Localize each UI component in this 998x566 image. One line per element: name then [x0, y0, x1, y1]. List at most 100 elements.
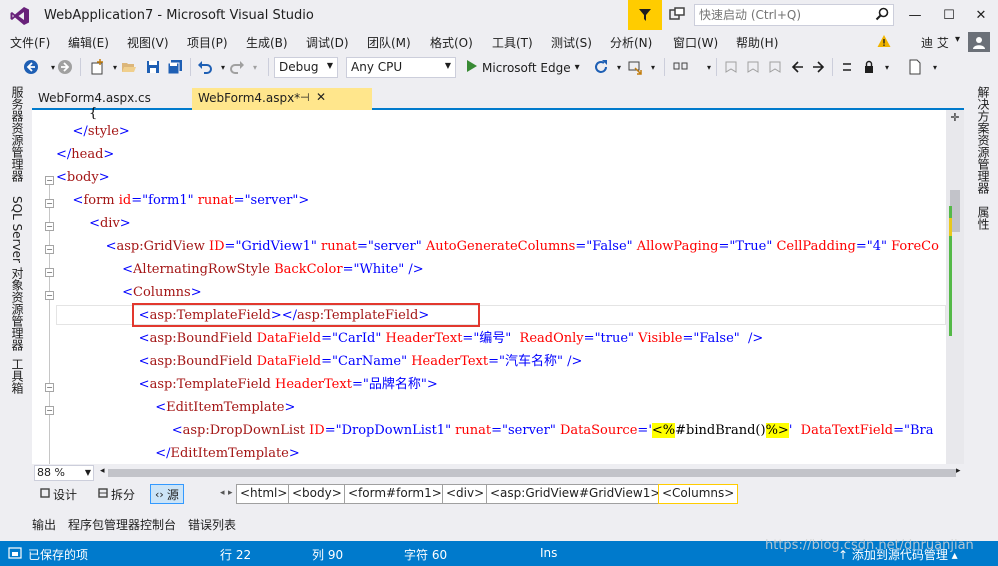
tab-package-manager-console[interactable]: 程序包管理器控制台	[68, 516, 176, 533]
code-editor[interactable]: − − − − − − − − { </style> </head> <body…	[32, 106, 964, 464]
code-line[interactable]: <asp:BoundField DataField="CarId" Header…	[56, 329, 764, 349]
design-view-button[interactable]: 设计	[36, 484, 81, 504]
bookmark-clear-icon[interactable]	[766, 57, 784, 77]
breadcrumb-html[interactable]: <html>	[236, 484, 292, 504]
breadcrumb-body[interactable]: <body>	[288, 484, 346, 504]
feedback-icon[interactable]	[668, 6, 686, 24]
collapse-icon[interactable]: −	[45, 268, 54, 277]
breadcrumb-forward-icon[interactable]: ▸	[228, 488, 233, 498]
redo-icon[interactable]	[228, 57, 246, 77]
code-line[interactable]: </style>	[56, 122, 130, 142]
tab-error-list[interactable]: 错误列表	[188, 516, 236, 533]
comment-lines-icon[interactable]	[838, 57, 856, 77]
document-icon[interactable]	[906, 57, 924, 77]
menu-project[interactable]: 项目(P)	[187, 34, 228, 51]
code-line[interactable]: <EditItemTemplate>	[56, 398, 295, 418]
save-all-icon[interactable]	[166, 57, 184, 77]
menu-tools[interactable]: 工具(T)	[492, 34, 533, 51]
server-explorer-tab[interactable]: 服务器资源管理器	[9, 86, 26, 182]
arrow-left-icon[interactable]	[788, 57, 806, 77]
scroll-left-icon[interactable]: ◂	[100, 466, 105, 476]
code-line[interactable]: <asp:GridView ID="GridView1" runat="serv…	[56, 237, 939, 257]
platform-select[interactable]: Any CPU ▼	[346, 57, 456, 78]
menu-window[interactable]: 窗口(W)	[673, 34, 718, 51]
horizontal-scrollbar-thumb[interactable]	[108, 469, 956, 477]
menu-debug[interactable]: 调试(D)	[306, 34, 349, 51]
configuration-select[interactable]: Debug ▼	[274, 57, 338, 78]
toolbar-dropdown-icon[interactable]: ▾	[878, 57, 896, 77]
collapse-icon[interactable]: −	[45, 199, 54, 208]
chevron-down-icon[interactable]: ▾	[955, 34, 960, 45]
refresh-browser-icon[interactable]	[592, 57, 610, 77]
split-window-icon[interactable]: ✛	[948, 111, 962, 125]
collapse-icon[interactable]: −	[45, 406, 54, 415]
toolbar-options-icon[interactable]: ▾	[926, 57, 944, 77]
menu-help[interactable]: 帮助(H)	[736, 34, 778, 51]
code-line[interactable]: <asp:DropDownList ID="DropDownList1" run…	[56, 421, 934, 441]
zoom-select[interactable]: 88 % ▼	[34, 465, 94, 481]
notifications-filter-icon[interactable]	[628, 0, 662, 30]
navigate-forward-icon[interactable]	[56, 57, 74, 77]
code-line[interactable]: <asp:BoundField DataField="CarName" Head…	[56, 352, 583, 372]
menu-analyze[interactable]: 分析(N)	[610, 34, 652, 51]
menu-edit[interactable]: 编辑(E)	[68, 34, 109, 51]
search-icon[interactable]	[875, 7, 889, 24]
save-icon[interactable]	[144, 57, 162, 77]
collapse-icon[interactable]: −	[45, 245, 54, 254]
pin-icon[interactable]: ⊣	[300, 91, 310, 104]
collapse-icon[interactable]: −	[45, 291, 54, 300]
close-button[interactable]: ✕	[964, 0, 998, 30]
start-debugging-button[interactable]: Microsoft Edge ▾	[466, 57, 580, 78]
browser-link-icon[interactable]	[626, 57, 644, 77]
bookmark-prev-icon[interactable]	[722, 57, 740, 77]
arrow-right-icon[interactable]	[810, 57, 828, 77]
code-line[interactable]: </EditItemTemplate>	[56, 444, 300, 464]
chevron-down-icon[interactable]: ▾	[575, 62, 580, 73]
navigate-back-icon[interactable]	[22, 57, 40, 77]
sql-server-object-explorer-tab[interactable]: SQL Server 对象资源管理器	[9, 196, 26, 351]
breadcrumb-div[interactable]: <div>	[442, 484, 489, 504]
browser-link-dropdown-icon[interactable]: ▾	[644, 57, 662, 77]
split-view-button[interactable]: 拆分	[94, 484, 139, 504]
step-into-icon[interactable]	[672, 57, 690, 77]
properties-tab[interactable]: 属性	[975, 206, 992, 230]
collapse-icon[interactable]: −	[45, 383, 54, 392]
menu-file[interactable]: 文件(F)	[10, 34, 50, 51]
close-tab-icon[interactable]: ✕	[316, 90, 326, 104]
tab-webform4-aspx[interactable]: WebForm4.aspx* ⊣ ✕	[192, 88, 372, 110]
menu-format[interactable]: 格式(O)	[430, 34, 473, 51]
code-line[interactable]: <body>	[56, 168, 110, 188]
avatar[interactable]	[968, 32, 990, 52]
lock-icon[interactable]	[860, 57, 878, 77]
menu-test[interactable]: 测试(S)	[551, 34, 592, 51]
code-line[interactable]: <form id="form1" runat="server">	[56, 191, 310, 211]
scroll-right-icon[interactable]: ▸	[956, 466, 961, 476]
code-line[interactable]: <asp:TemplateField HeaderText="品牌名称">	[56, 375, 438, 395]
warning-icon[interactable]	[877, 34, 891, 48]
redo-dropdown-icon[interactable]: ▾	[246, 57, 264, 77]
solution-explorer-tab[interactable]: 解决方案资源管理器	[975, 86, 992, 194]
source-view-button[interactable]: ‹› 源	[150, 484, 184, 504]
breadcrumb-form[interactable]: <form#form1>	[344, 484, 446, 504]
breadcrumb-gridview[interactable]: <asp:GridView#GridView1>	[486, 484, 665, 504]
undo-icon[interactable]	[196, 57, 214, 77]
menu-build[interactable]: 生成(B)	[246, 34, 288, 51]
code-line[interactable]: <Columns>	[56, 283, 202, 303]
tab-output[interactable]: 输出	[32, 516, 56, 533]
new-project-icon[interactable]	[88, 57, 106, 77]
bookmark-next-icon[interactable]	[744, 57, 762, 77]
collapse-icon[interactable]: −	[45, 176, 54, 185]
menu-team[interactable]: 团队(M)	[367, 34, 411, 51]
minimize-button[interactable]: —	[898, 0, 932, 30]
code-line[interactable]: <div>	[56, 214, 131, 234]
breadcrumb-columns[interactable]: <Columns>	[658, 484, 739, 504]
quick-launch-box[interactable]	[694, 4, 894, 26]
quick-launch-input[interactable]	[699, 7, 867, 23]
menu-view[interactable]: 视图(V)	[127, 34, 169, 51]
breadcrumb-back-icon[interactable]: ◂	[220, 488, 225, 498]
code-line[interactable]: {	[56, 104, 97, 124]
code-line[interactable]: <AlternatingRowStyle BackColor="White" /…	[56, 260, 424, 280]
collapse-icon[interactable]: −	[45, 222, 54, 231]
maximize-button[interactable]: ☐	[932, 0, 966, 30]
user-name[interactable]: 迪 艾	[921, 34, 949, 51]
